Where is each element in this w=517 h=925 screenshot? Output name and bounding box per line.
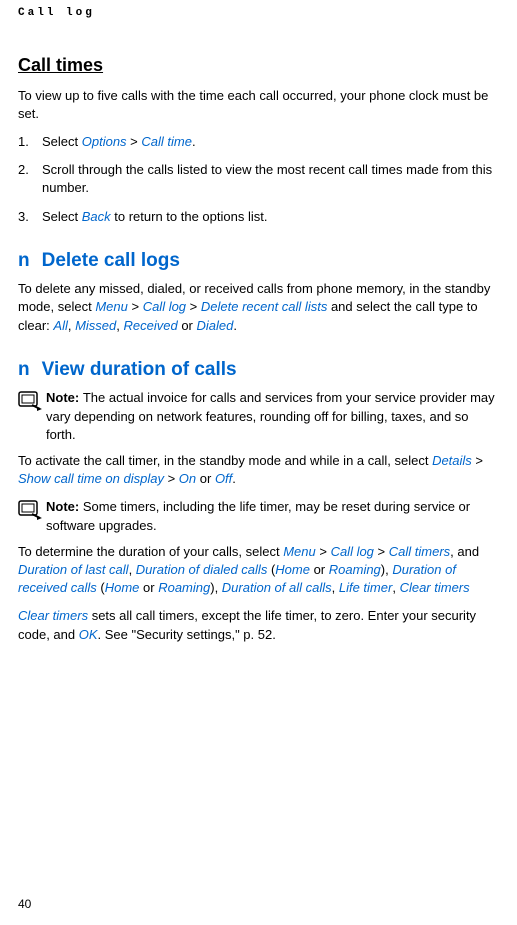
section-title-delete: n Delete call logs (18, 248, 499, 275)
all-link: All (53, 318, 67, 333)
text: , (129, 562, 136, 577)
back-link: Back (82, 209, 111, 224)
text: or (196, 471, 215, 486)
note-text: Some timers, including the life timer, m… (46, 499, 470, 532)
text: Select (42, 134, 82, 149)
call-times-steps: Select Options > Call time. Scroll throu… (18, 133, 499, 226)
options-link: Options (82, 134, 127, 149)
note-label: Note: (46, 390, 83, 405)
step-2: Scroll through the calls listed to view … (18, 161, 499, 197)
menu-link: Menu (95, 299, 128, 314)
section-title-duration: n View duration of calls (18, 357, 499, 384)
on-link: On (179, 471, 196, 486)
roaming-link: Roaming (158, 580, 210, 595)
text: or (178, 318, 197, 333)
text: ), (210, 580, 222, 595)
details-link: Details (432, 453, 472, 468)
section-bullet: n (18, 359, 30, 380)
page-header: Call log (18, 0, 499, 21)
off-link: Off (215, 471, 232, 486)
separator: > (374, 544, 389, 559)
section-bullet: n (18, 250, 30, 271)
calllog-link: Call log (331, 544, 374, 559)
duration-dialed-link: Duration of dialed calls (136, 562, 268, 577)
note-icon (18, 498, 46, 525)
missed-link: Missed (75, 318, 116, 333)
note-1: Note: The actual invoice for calls and s… (18, 389, 499, 444)
text: . (233, 318, 237, 333)
text: , (392, 580, 399, 595)
text: . (232, 471, 236, 486)
call-times-intro: To view up to five calls with the time e… (18, 87, 499, 123)
text: or (310, 562, 329, 577)
text: or (139, 580, 158, 595)
note-2: Note: Some timers, including the life ti… (18, 498, 499, 534)
ok-link: OK (79, 627, 98, 642)
text: , (332, 580, 339, 595)
dialed-link: Dialed (197, 318, 234, 333)
text: , and (450, 544, 479, 559)
call-time-link: Call time (141, 134, 192, 149)
separator: > (472, 453, 483, 468)
text: , (68, 318, 75, 333)
roaming-link: Roaming (329, 562, 381, 577)
duration-p2: To determine the duration of your calls,… (18, 543, 499, 598)
note-label: Note: (46, 499, 83, 514)
duration-p3: Clear timers sets all call timers, excep… (18, 607, 499, 643)
home-link: Home (105, 580, 140, 595)
received-link: Received (124, 318, 178, 333)
note-1-body: Note: The actual invoice for calls and s… (46, 389, 499, 444)
text: , (116, 318, 123, 333)
menu-link: Menu (283, 544, 316, 559)
text: Select (42, 209, 82, 224)
clear-timers-link: Clear timers (400, 580, 470, 595)
separator: > (186, 299, 201, 314)
step-3: Select Back to return to the options lis… (18, 208, 499, 226)
calllog-link: Call log (143, 299, 186, 314)
duration-all-link: Duration of all calls (222, 580, 332, 595)
text: To determine the duration of your calls,… (18, 544, 283, 559)
call-timers-link: Call timers (389, 544, 450, 559)
duration-last-link: Duration of last call (18, 562, 129, 577)
show-call-time-link: Show call time on display (18, 471, 164, 486)
section-title-text: Delete call logs (42, 250, 180, 271)
text: To activate the call timer, in the stand… (18, 453, 432, 468)
home-link: Home (275, 562, 310, 577)
text: to return to the options list. (111, 209, 268, 224)
section-title-text: View duration of calls (42, 359, 237, 380)
separator: > (128, 299, 143, 314)
duration-p1: To activate the call timer, in the stand… (18, 452, 499, 488)
separator: > (316, 544, 331, 559)
text: ), (381, 562, 393, 577)
note-icon (18, 389, 46, 416)
separator: > (164, 471, 179, 486)
text: . (192, 134, 196, 149)
section-title-call-times: Call times (18, 53, 499, 78)
delete-recent-link: Delete recent call lists (201, 299, 327, 314)
note-text: The actual invoice for calls and service… (46, 390, 495, 441)
text: . See "Security settings," p. 52. (98, 627, 276, 642)
delete-paragraph: To delete any missed, dialed, or receive… (18, 280, 499, 335)
life-timer-link: Life timer (339, 580, 392, 595)
note-2-body: Note: Some timers, including the life ti… (46, 498, 499, 534)
text: ( (97, 580, 105, 595)
clear-timers-link: Clear timers (18, 608, 88, 623)
separator: > (127, 134, 142, 149)
step-1: Select Options > Call time. (18, 133, 499, 151)
page-number: 40 (18, 896, 31, 913)
